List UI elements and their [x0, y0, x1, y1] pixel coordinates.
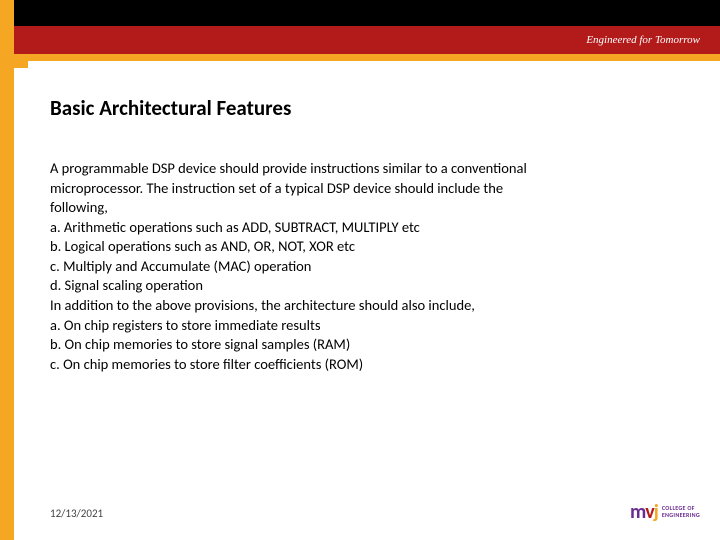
body-line: d. Signal scaling operation — [50, 276, 680, 296]
body-line: a. Arithmetic operations such as ADD, SU… — [50, 218, 680, 238]
orange-left-sidebar — [0, 0, 14, 540]
footer-logo: mvj COLLEGE OF ENGINEERING — [630, 500, 700, 524]
orange-corner-notch — [14, 54, 28, 68]
body-line: a. On chip registers to store immediate … — [50, 316, 680, 336]
body-line: microprocessor. The instruction set of a… — [50, 179, 680, 199]
body-line: b. Logical operations such as AND, OR, N… — [50, 237, 680, 257]
slide-body: A programmable DSP device should provide… — [50, 159, 680, 374]
logo-letter-m: m — [630, 500, 645, 524]
body-line: following, — [50, 198, 680, 218]
body-line: c. On chip memories to store filter coef… — [50, 355, 680, 375]
slide-title: Basic Architectural Features — [50, 95, 680, 121]
logo-letter-j: j — [654, 500, 658, 524]
footer-date: 12/13/2021 — [50, 507, 103, 520]
logo-text: COLLEGE OF ENGINEERING — [662, 505, 700, 518]
body-line: b. On chip memories to store signal samp… — [50, 335, 680, 355]
body-line: In addition to the above provisions, the… — [50, 296, 680, 316]
slide-content: Basic Architectural Features A programma… — [50, 95, 680, 374]
body-line: A programmable DSP device should provide… — [50, 159, 680, 179]
orange-horizontal-band — [0, 54, 720, 61]
logo-letter-v: v — [645, 500, 653, 524]
logo-mark: mvj — [630, 500, 658, 524]
red-header-band: Engineered for Tomorrow — [0, 26, 720, 54]
logo-text-line2: ENGINEERING — [662, 512, 700, 519]
top-black-bar — [0, 0, 720, 26]
header-tagline: Engineered for Tomorrow — [586, 34, 700, 46]
body-line: c. Multiply and Accumulate (MAC) operati… — [50, 257, 680, 277]
